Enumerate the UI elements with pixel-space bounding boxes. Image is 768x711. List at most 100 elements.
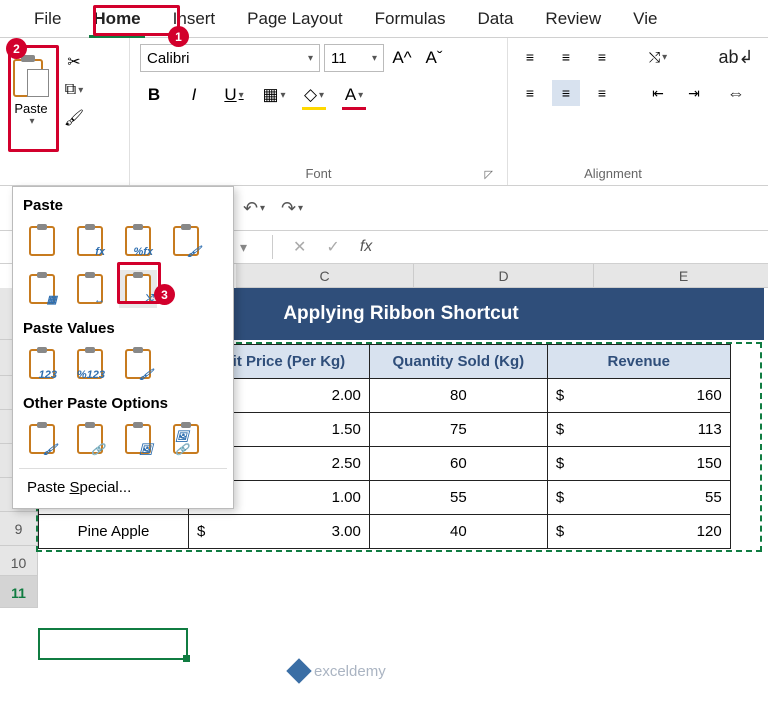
paste-values-section-label: Paste Values <box>13 316 233 343</box>
font-group: Calibri▾ 11▾ A^ Aˇ B I U▾ ▦▾ ◇▾ A▾ Font◸ <box>130 38 508 185</box>
align-middle-icon[interactable]: ≡ <box>552 44 580 70</box>
merge-center-icon[interactable]: ⇔ <box>722 80 750 106</box>
callout-paste <box>8 45 59 152</box>
col-header-e[interactable]: E <box>594 264 768 288</box>
cell-qty[interactable]: 75 <box>369 413 547 447</box>
cell-qty[interactable]: 80 <box>369 379 547 413</box>
font-group-label: Font◸ <box>140 166 497 185</box>
cell-rev[interactable]: 160 <box>572 379 730 413</box>
ribbon: Paste ▾ ✂ ⧉▾ 🖌 Calibri▾ 11▾ A^ Aˇ B I U▾… <box>0 38 768 186</box>
fill-color-button[interactable]: ◇▾ <box>300 82 328 108</box>
col-header-d[interactable]: D <box>414 264 594 288</box>
paste-formulas-numfmt-icon[interactable]: %fx <box>119 222 157 260</box>
font-color-button[interactable]: A▾ <box>340 82 368 108</box>
font-name-combo[interactable]: Calibri▾ <box>140 44 320 72</box>
badge-3: 3 <box>154 284 175 305</box>
paste-link-icon[interactable]: 🔗 <box>71 420 109 458</box>
cell-price[interactable]: 2.00 <box>213 379 369 413</box>
paste-section-label: Paste <box>13 193 233 220</box>
tab-review[interactable]: Review <box>529 1 617 37</box>
active-cell[interactable] <box>38 628 188 660</box>
row-header-11[interactable]: 11 <box>0 576 38 608</box>
increase-indent-icon[interactable]: ⇥ <box>680 80 708 106</box>
fx-icon[interactable]: fx <box>354 238 378 256</box>
enter-icon[interactable]: ✓ <box>320 237 345 257</box>
tab-file[interactable]: File <box>18 1 77 37</box>
align-top-icon[interactable]: ≡ <box>516 44 544 70</box>
cell-dollar[interactable]: $ <box>547 515 572 549</box>
row-header-10[interactable]: 10 <box>0 546 38 576</box>
watermark-logo-icon <box>286 658 311 683</box>
orientation-icon[interactable]: ⤭▾ <box>644 44 672 70</box>
shrink-font-icon[interactable]: Aˇ <box>420 45 448 71</box>
cell-rev[interactable]: 150 <box>572 447 730 481</box>
copy-icon[interactable]: ⧉▾ <box>64 80 84 100</box>
th-qty[interactable]: Quantity Sold (Kg) <box>369 345 547 379</box>
grow-font-icon[interactable]: A^ <box>388 45 416 71</box>
badge-2: 2 <box>6 38 27 59</box>
watermark: exceldemy <box>290 662 386 680</box>
undo-icon[interactable]: ↶▾ <box>240 195 268 221</box>
font-dialog-launcher-icon[interactable]: ◸ <box>485 168 493 181</box>
underline-button[interactable]: U▾ <box>220 82 248 108</box>
paste-no-borders-icon[interactable]: ▦ <box>23 270 61 308</box>
paste-values-srcfmt-icon[interactable]: 🖌 <box>119 345 157 383</box>
cell-qty[interactable]: 40 <box>369 515 547 549</box>
cell-price[interactable]: 1.50 <box>213 413 369 447</box>
cell-dollar[interactable]: $ <box>547 481 572 515</box>
paste-dropdown: Paste fx %fx 🖌 ▦ ↔ ⤭ Paste Values 123 %1… <box>12 186 234 509</box>
cut-icon[interactable]: ✂ <box>64 52 84 72</box>
paste-linked-picture-icon[interactable]: 🖼🔗 <box>167 420 205 458</box>
name-box-chevron-icon[interactable]: ▾ <box>240 239 258 256</box>
badge-1: 1 <box>168 26 189 47</box>
wrap-merge-group: ab↲ ⇔ <box>718 38 768 185</box>
paste-values-icon[interactable]: 123 <box>23 345 61 383</box>
wrap-text-icon[interactable]: ab↲ <box>722 44 750 70</box>
paste-special-item[interactable]: Paste Special... <box>13 471 233 504</box>
tab-page-layout[interactable]: Page Layout <box>231 1 358 37</box>
cell-dollar[interactable]: $ <box>547 379 572 413</box>
cell-price[interactable]: 3.00 <box>213 515 369 549</box>
cell-qty[interactable]: 60 <box>369 447 547 481</box>
align-left-icon[interactable]: ≡ <box>516 80 544 106</box>
align-bottom-icon[interactable]: ≡ <box>588 44 616 70</box>
cell-dollar[interactable]: $ <box>547 447 572 481</box>
cell-rev[interactable]: 55 <box>572 481 730 515</box>
font-size-combo[interactable]: 11▾ <box>324 44 384 72</box>
cell-name[interactable]: Pine Apple <box>39 515 189 549</box>
paste-formulas-icon[interactable]: fx <box>71 222 109 260</box>
alignment-group-label: Alignment <box>516 166 710 185</box>
borders-button[interactable]: ▦▾ <box>260 82 288 108</box>
cell-dollar[interactable]: $ <box>547 413 572 447</box>
paste-all-icon[interactable] <box>23 222 61 260</box>
cell-price[interactable]: 1.00 <box>213 481 369 515</box>
paste-values-numfmt-icon[interactable]: %123 <box>71 345 109 383</box>
table-row: Pine Apple $3.00 40 $120 <box>39 515 731 549</box>
italic-button[interactable]: I <box>180 82 208 108</box>
row-header-9[interactable]: 9 <box>0 512 38 546</box>
decrease-indent-icon[interactable]: ⇤ <box>644 80 672 106</box>
cell-dollar[interactable]: $ <box>189 515 214 549</box>
format-painter-icon[interactable]: 🖌 <box>64 108 84 128</box>
cell-qty[interactable]: 55 <box>369 481 547 515</box>
cell-price[interactable]: 2.50 <box>213 447 369 481</box>
redo-icon[interactable]: ↷▾ <box>278 195 306 221</box>
paste-formatting-icon[interactable]: 🖌 <box>23 420 61 458</box>
paste-picture-icon[interactable]: 🖼 <box>119 420 157 458</box>
other-paste-section-label: Other Paste Options <box>13 391 233 418</box>
col-header-c[interactable]: C <box>236 264 414 288</box>
tab-view[interactable]: Vie <box>617 1 673 37</box>
th-revenue[interactable]: Revenue <box>547 345 730 379</box>
cell-rev[interactable]: 113 <box>572 413 730 447</box>
alignment-group: ≡ ≡ ≡ ⤭▾ ≡ ≡ ≡ ⇤ ⇥ Alignment <box>508 38 718 185</box>
paste-keep-source-fmt-icon[interactable]: 🖌 <box>167 222 205 260</box>
bold-button[interactable]: B <box>140 82 168 108</box>
cell-rev[interactable]: 120 <box>572 515 730 549</box>
align-center-icon[interactable]: ≡ <box>552 80 580 106</box>
cancel-icon[interactable]: ✕ <box>287 237 312 257</box>
align-right-icon[interactable]: ≡ <box>588 80 616 106</box>
callout-home <box>93 5 180 36</box>
tab-data[interactable]: Data <box>462 1 530 37</box>
paste-keep-col-width-icon[interactable]: ↔ <box>71 270 109 308</box>
tab-formulas[interactable]: Formulas <box>359 1 462 37</box>
